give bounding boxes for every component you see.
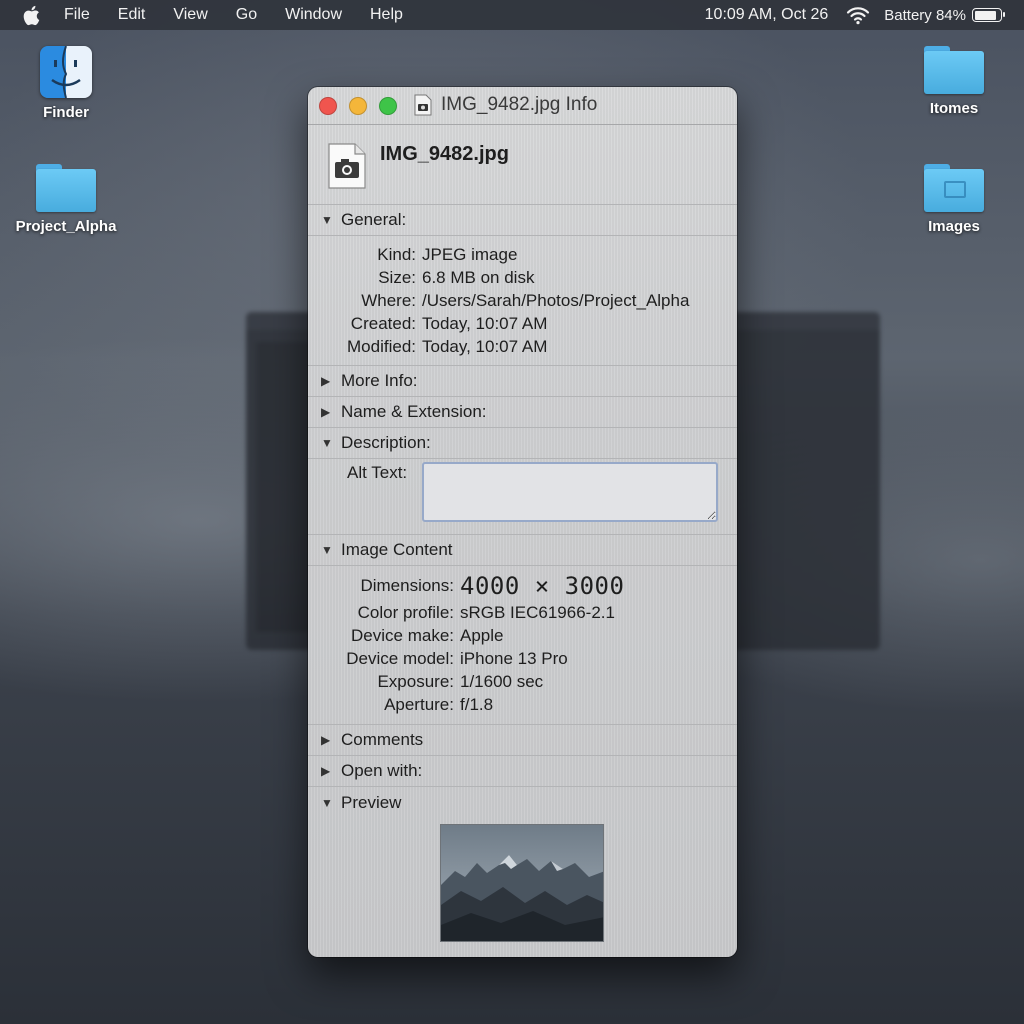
info-key: Color profile: — [357, 603, 454, 622]
get-info-window: IMG_9482.jpg Info IMG_9482.jpg ▼ General… — [308, 87, 737, 957]
disclosure-closed-icon: ▶ — [321, 405, 331, 419]
desktop-icon-label: Finder — [43, 104, 89, 121]
section-heading: General: — [341, 210, 407, 229]
folder-icon — [924, 46, 984, 94]
window-titlebar[interactable]: IMG_9482.jpg Info — [308, 87, 737, 125]
section-heading: Image Content — [341, 540, 453, 559]
disclosure-open-icon: ▼ — [321, 543, 333, 557]
battery-icon[interactable] — [972, 8, 1005, 22]
desktop-icon-label: Project_Alpha — [15, 218, 117, 235]
info-row: Modified: Today, 10:07 AM — [308, 335, 737, 358]
menu-file[interactable]: File — [64, 6, 90, 24]
desktop-icon-label: Itomes — [929, 100, 979, 117]
image-document-icon — [414, 94, 432, 116]
info-row: Device make: Apple — [308, 624, 737, 647]
info-value: 6.8 MB on disk — [422, 268, 535, 287]
battery-label: Battery 84% — [884, 6, 966, 24]
info-value: Apple — [460, 626, 504, 645]
file-header: IMG_9482.jpg — [308, 125, 737, 205]
info-value: sRGB IEC61966-2.1 — [460, 603, 615, 622]
menu-go[interactable]: Go — [236, 6, 257, 24]
image-content-section: Dimensions: 4000 × 3000 Color profile: sRG… — [308, 566, 737, 725]
camera-document-icon — [327, 142, 367, 190]
disclosure-closed-icon: ▶ — [321, 374, 331, 388]
info-row: Aperture: f/1.8 — [308, 693, 737, 716]
info-key: Exposure: — [377, 672, 454, 691]
info-value: iPhone 13 Pro — [460, 649, 568, 668]
info-key: Device model: — [346, 649, 454, 668]
apple-menu-icon[interactable] — [22, 4, 44, 26]
section-open-with-toggle[interactable]: ▶ Open with: — [308, 756, 737, 787]
disclosure-closed-icon: ▶ — [321, 764, 331, 778]
wifi-icon[interactable] — [846, 5, 870, 25]
disclosure-open-icon: ▼ — [321, 436, 333, 450]
section-comments-toggle[interactable]: ▶ Comments — [308, 725, 737, 756]
description-section: Alt Text: — [308, 459, 737, 535]
menu-bar: File Edit View Go Window Help 10:09 AM, … — [0, 0, 1024, 30]
section-heading: Name & Extension: — [341, 402, 487, 421]
battery-level-fill — [974, 10, 996, 20]
mountain-preview-image — [440, 824, 604, 942]
info-key: Dimensions: — [360, 576, 454, 595]
info-key: Kind: — [377, 245, 416, 264]
disclosure-open-icon: ▼ — [321, 213, 333, 227]
file-name: IMG_9482.jpg — [380, 143, 509, 165]
info-key: Created: — [350, 314, 416, 333]
section-heading: More Info: — [341, 371, 418, 390]
folder-icon — [36, 164, 96, 212]
section-preview-toggle[interactable]: ▼ Preview — [308, 787, 737, 818]
desktop-icon-images[interactable]: Images — [894, 164, 1014, 235]
section-description-toggle[interactable]: ▼ Description: — [308, 428, 737, 459]
alt-text-field[interactable] — [422, 462, 718, 522]
info-value: /Users/Sarah/Photos/Project_Alpha — [422, 291, 690, 310]
preview-section — [308, 818, 737, 954]
desktop-icon-itomes[interactable]: Itomes — [894, 46, 1014, 117]
menu-window[interactable]: Window — [285, 6, 342, 24]
general-section: Kind: JPEG image Size: 6.8 MB on disk Wher… — [308, 236, 737, 366]
info-key: Aperture: — [384, 695, 454, 714]
section-heading: Comments — [341, 730, 424, 749]
window-title: IMG_9482.jpg Info — [441, 94, 598, 115]
desktop-icon-project-alpha[interactable]: Project_Alpha — [6, 164, 126, 235]
menu-view[interactable]: View — [173, 6, 207, 24]
info-value: Today, 10:07 AM — [422, 337, 548, 356]
info-value: Today, 10:07 AM — [422, 314, 548, 333]
info-key: Device make: — [351, 626, 454, 645]
section-heading: Preview — [341, 792, 402, 812]
info-row: Where: /Users/Sarah/Photos/Project_Alpha — [308, 289, 737, 312]
info-row: Size: 6.8 MB on disk — [308, 266, 737, 289]
zoom-button[interactable] — [379, 97, 397, 115]
info-value: JPEG image — [422, 245, 518, 264]
dimensions-value: 4000 × 3000 — [460, 572, 625, 600]
disclosure-closed-icon: ▶ — [321, 733, 331, 747]
disclosure-open-icon: ▼ — [321, 795, 333, 810]
info-value: 1/1600 sec — [460, 672, 544, 691]
section-heading: Description: — [341, 433, 431, 452]
finder-icon — [40, 46, 92, 98]
info-row: Device model: iPhone 13 Pro — [308, 647, 737, 670]
menu-help[interactable]: Help — [370, 6, 403, 24]
section-image-content-toggle[interactable]: ▼ Image Content — [308, 535, 737, 566]
images-folder-icon — [924, 164, 984, 212]
info-value: f/1.8 — [460, 695, 494, 714]
menu-edit[interactable]: Edit — [118, 6, 146, 24]
close-button[interactable] — [319, 97, 337, 115]
info-key: Size: — [378, 268, 416, 287]
info-row: Kind: JPEG image — [308, 243, 737, 266]
info-row: Dimensions: 4000 × 3000 — [308, 571, 737, 601]
desktop-icon-label: Images — [928, 218, 980, 235]
info-row: Created: Today, 10:07 AM — [308, 312, 737, 335]
info-row: Exposure: 1/1600 sec — [308, 670, 737, 693]
info-key: Where: — [361, 291, 416, 310]
alt-text-label: Alt Text: — [347, 463, 408, 482]
section-heading: Open with: — [341, 761, 423, 780]
section-name-extension-toggle[interactable]: ▶ Name & Extension: — [308, 397, 737, 428]
section-more-info-toggle[interactable]: ▶ More Info: — [308, 366, 737, 397]
desktop-icon-finder[interactable]: Finder — [6, 46, 126, 121]
info-row: Color profile: sRGB IEC61966-2.1 — [308, 601, 737, 624]
minimize-button[interactable] — [349, 97, 367, 115]
menubar-clock[interactable]: 10:09 AM, Oct 26 — [705, 6, 829, 24]
section-general-toggle[interactable]: ▼ General: — [308, 205, 737, 236]
info-key: Modified: — [347, 337, 416, 356]
